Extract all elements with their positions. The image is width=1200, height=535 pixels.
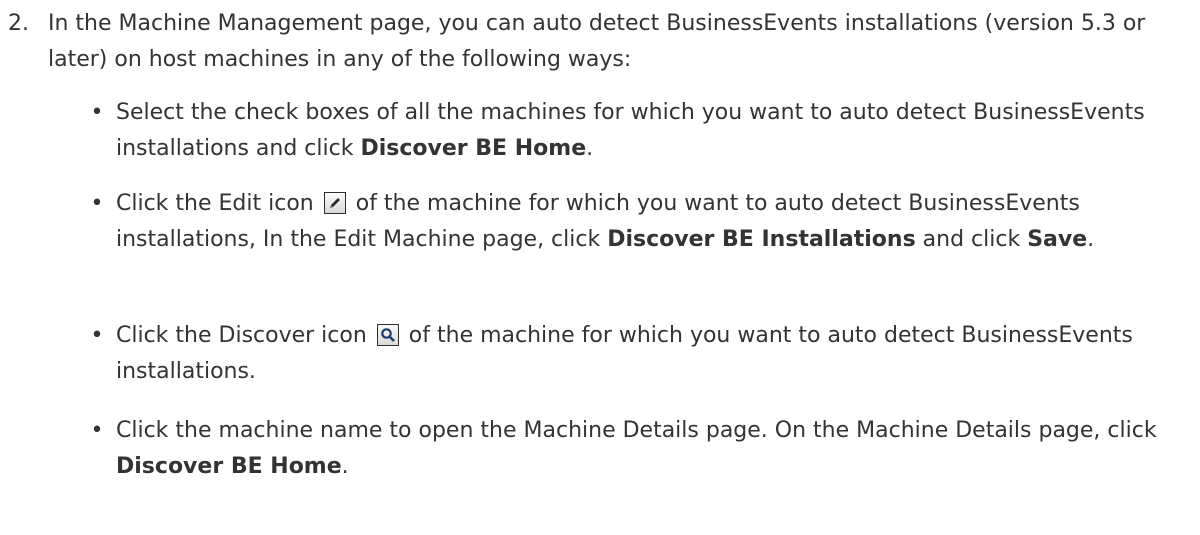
ui-term-discover-be-installations: Discover BE Installations <box>607 227 916 252</box>
bullet-text: Select the check boxes of all the machin… <box>116 100 1145 161</box>
bullet-punct: . <box>586 136 594 161</box>
bullet-text: and click <box>915 227 1028 252</box>
bullet-text: Click the Discover icon <box>116 323 367 348</box>
document-page: 2. In the Machine Management page, you c… <box>0 0 1200 535</box>
ui-term-discover-be-home: Discover BE Home <box>116 454 342 479</box>
pencil-icon <box>323 192 346 214</box>
bullet-punct: . <box>341 454 349 479</box>
bullet-item-discover-be-home: • Select the check boxes of all the mach… <box>91 95 1176 167</box>
bullet-dot: • <box>90 323 104 348</box>
step-text: In the Machine Management page, you can … <box>48 11 1146 72</box>
magnifier-icon <box>376 324 399 346</box>
step-2: 2. In the Machine Management page, you c… <box>8 6 1194 78</box>
ui-term-save: Save <box>1027 227 1088 252</box>
bullet-item-edit-icon: • Click the Edit icon of the machine for… <box>91 186 1176 258</box>
bullet-text: Click the machine name to open the Machi… <box>116 418 1157 443</box>
step-number: 2. <box>8 11 29 36</box>
bullet-punct: . <box>1087 227 1095 252</box>
bullet-text: Click the Edit icon <box>116 191 314 216</box>
bullet-dot: • <box>90 418 104 443</box>
ui-term-discover-be-home: Discover BE Home <box>360 136 587 161</box>
bullet-item-discover-icon: • Click the Discover icon of the machine… <box>91 318 1176 390</box>
bullet-dot: • <box>90 100 104 125</box>
bullet-item-machine-details: • Click the machine name to open the Mac… <box>91 413 1176 485</box>
bullet-dot: • <box>90 191 104 216</box>
